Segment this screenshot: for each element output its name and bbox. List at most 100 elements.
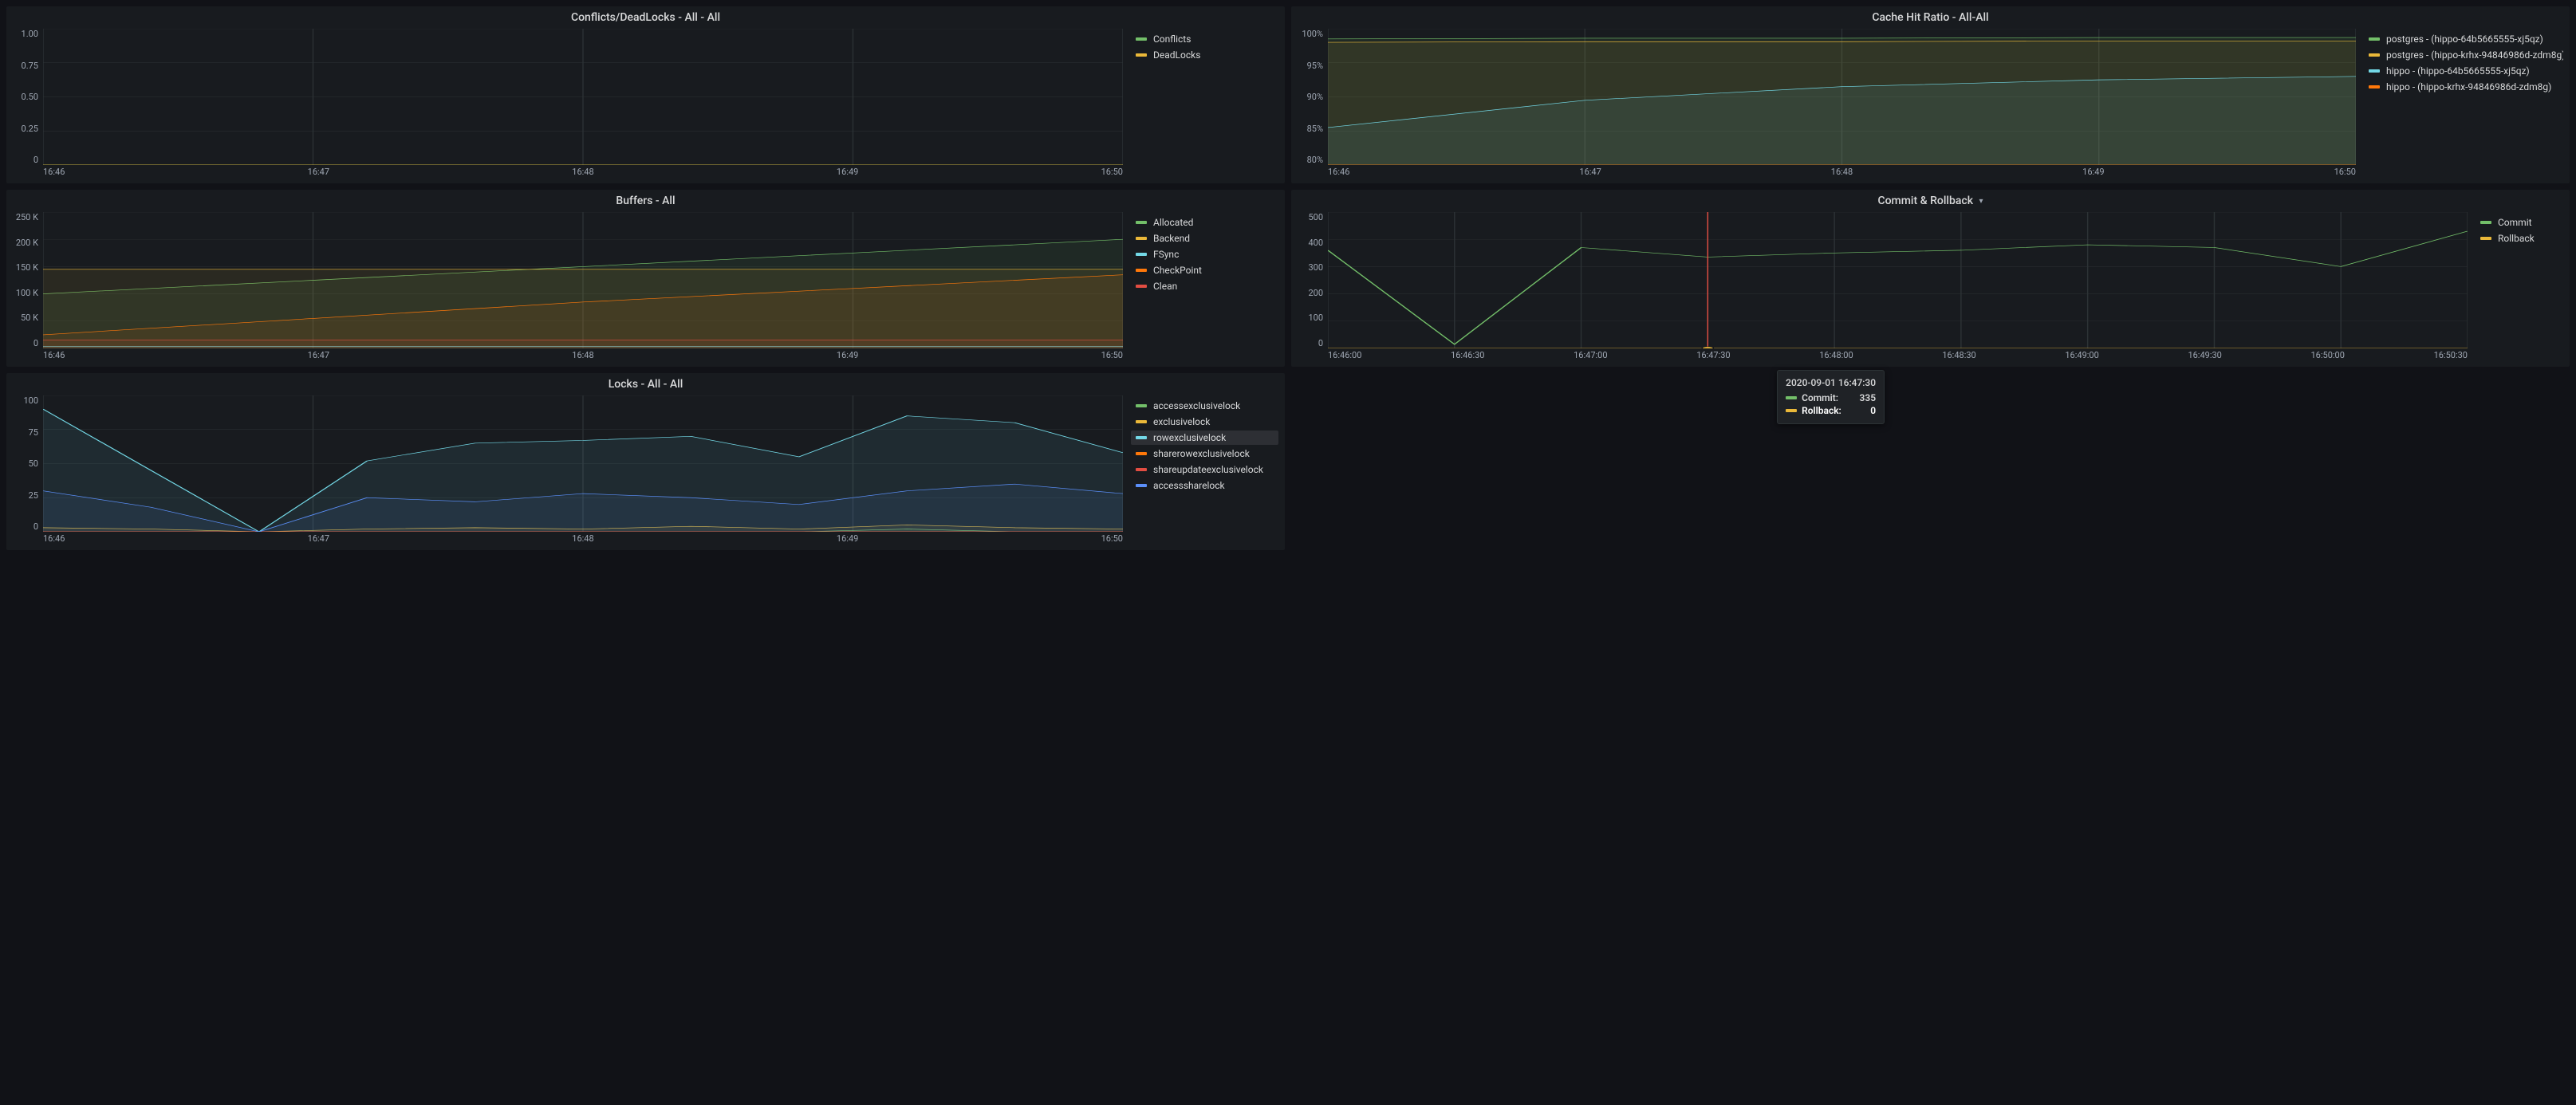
legend-label: shareupdateexclusivelock bbox=[1153, 464, 1263, 475]
legend-label: postgres - (hippo-64b5665555-xj5qz) bbox=[2386, 33, 2543, 45]
legend-swatch bbox=[2369, 53, 2380, 57]
tooltip-series-name: Rollback: bbox=[1802, 405, 1865, 416]
tooltip-row: Commit: 335 bbox=[1786, 391, 1876, 404]
legend: Commit Rollback bbox=[2468, 212, 2563, 360]
legend-swatch bbox=[1136, 269, 1147, 272]
panel-title: Cache Hit Ratio - All-All bbox=[1291, 6, 2570, 26]
plot-area[interactable]: 1.000.750.500.250 16:4616:4716:4816:4916… bbox=[13, 29, 1123, 177]
legend-label: exclusivelock bbox=[1153, 416, 1210, 427]
hover-tooltip: 2020-09-01 16:47:30 Commit: 335 Rollback: 0 bbox=[1777, 370, 1885, 424]
legend: Conflicts DeadLocks bbox=[1123, 29, 1278, 177]
panel-title: Commit & Rollback ▾ bbox=[1291, 190, 2570, 209]
plot-area[interactable]: 1007550250 16:4616:4716:4816:4916:50 bbox=[13, 395, 1123, 544]
chevron-down-icon[interactable]: ▾ bbox=[1979, 197, 1983, 206]
plot-area[interactable]: 250 K200 K150 K100 K50 K0 16:4616:4716:4… bbox=[13, 212, 1123, 360]
legend-swatch bbox=[2369, 85, 2380, 88]
tooltip-series-value: 0 bbox=[1870, 405, 1876, 416]
legend-swatch bbox=[1136, 237, 1147, 240]
legend-item[interactable]: Rollback bbox=[2476, 231, 2563, 246]
legend-item[interactable]: Clean bbox=[1131, 279, 1278, 293]
y-axis: 250 K200 K150 K100 K50 K0 bbox=[13, 212, 41, 348]
legend-item[interactable]: rowexclusivelock bbox=[1131, 431, 1278, 445]
tooltip-series-value: 335 bbox=[1860, 392, 1877, 403]
legend-item[interactable]: DeadLocks bbox=[1131, 48, 1278, 62]
legend: accessexclusivelock exclusivelock rowexclu… bbox=[1123, 395, 1278, 544]
legend-label: accessexclusivelock bbox=[1153, 400, 1240, 411]
x-axis: 16:46:0016:46:3016:47:0016:47:3016:48:00… bbox=[1298, 348, 2468, 360]
legend-label: rowexclusivelock bbox=[1153, 432, 1226, 443]
legend-swatch bbox=[2480, 237, 2491, 240]
legend-swatch bbox=[1136, 452, 1147, 455]
x-axis: 16:4616:4716:4816:4916:50 bbox=[13, 165, 1123, 177]
dashboard-grid: Conflicts/DeadLocks - All - All 1.000.75… bbox=[6, 6, 2570, 550]
legend-swatch bbox=[1136, 436, 1147, 439]
tooltip-series-name: Commit: bbox=[1802, 392, 1854, 403]
legend-swatch bbox=[1136, 285, 1147, 288]
legend-item[interactable]: postgres - (hippo-64b5665555-xj5qz) bbox=[2364, 32, 2563, 46]
y-axis: 100%95%90%85%80% bbox=[1298, 29, 1326, 165]
legend-label: Backend bbox=[1153, 233, 1190, 244]
tooltip-row: Rollback: 0 bbox=[1786, 404, 1876, 417]
panel-locks[interactable]: Locks - All - All 1007550250 16:4616:471… bbox=[6, 373, 1285, 550]
legend-item[interactable]: Backend bbox=[1131, 231, 1278, 246]
plot-area[interactable]: 5004003002001000 16:46:0016:46:3016:47:0… bbox=[1298, 212, 2468, 360]
x-axis: 16:4616:4716:4816:4916:50 bbox=[1298, 165, 2356, 177]
title-text: Commit & Rollback bbox=[1877, 195, 1973, 207]
legend-label: hippo - (hippo-krhx-94846986d-zdm8g) bbox=[2386, 81, 2551, 92]
legend-label: sharerowexclusivelock bbox=[1153, 448, 1250, 459]
legend-swatch bbox=[1136, 468, 1147, 471]
legend-swatch bbox=[2480, 221, 2491, 224]
legend: Allocated Backend FSync CheckPoint Clean bbox=[1123, 212, 1278, 360]
legend-item[interactable]: hippo - (hippo-krhx-94846986d-zdm8g) bbox=[2364, 80, 2563, 94]
legend-item[interactable]: accessexclusivelock bbox=[1131, 399, 1278, 413]
legend-label: DeadLocks bbox=[1153, 49, 1200, 61]
legend-item[interactable]: postgres - (hippo-krhx-94846986d-zdm8g) bbox=[2364, 48, 2563, 62]
legend-label: postgres - (hippo-krhx-94846986d-zdm8g) bbox=[2386, 49, 2563, 61]
legend-swatch bbox=[1136, 53, 1147, 57]
panel-buffers[interactable]: Buffers - All 250 K200 K150 K100 K50 K0 … bbox=[6, 190, 1285, 367]
legend-label: FSync bbox=[1153, 249, 1179, 260]
panel-cache[interactable]: Cache Hit Ratio - All-All 100%95%90%85%8… bbox=[1291, 6, 2570, 183]
legend-swatch bbox=[1136, 420, 1147, 423]
x-axis: 16:4616:4716:4816:4916:50 bbox=[13, 348, 1123, 360]
legend-label: CheckPoint bbox=[1153, 265, 1202, 276]
y-axis: 1007550250 bbox=[13, 395, 41, 532]
legend-swatch bbox=[1136, 37, 1147, 41]
legend-label: Commit bbox=[2498, 217, 2532, 228]
legend-item[interactable]: Conflicts bbox=[1131, 32, 1278, 46]
legend-swatch bbox=[1136, 484, 1147, 487]
legend-item[interactable]: hippo - (hippo-64b5665555-xj5qz) bbox=[2364, 64, 2563, 78]
legend-swatch bbox=[1136, 253, 1147, 256]
legend-item[interactable]: exclusivelock bbox=[1131, 415, 1278, 429]
plot-area[interactable]: 100%95%90%85%80% 16:4616:4716:4816:4916:… bbox=[1298, 29, 2356, 177]
tooltip-swatch bbox=[1786, 396, 1797, 399]
legend-swatch bbox=[1136, 221, 1147, 224]
legend-item[interactable]: Commit bbox=[2476, 215, 2563, 230]
legend-item[interactable]: CheckPoint bbox=[1131, 263, 1278, 277]
legend-swatch bbox=[1136, 404, 1147, 407]
legend-label: accesssharelock bbox=[1153, 480, 1225, 491]
panel-title: Locks - All - All bbox=[6, 373, 1285, 392]
tooltip-time: 2020-09-01 16:47:30 bbox=[1786, 377, 1876, 388]
legend-swatch bbox=[2369, 69, 2380, 73]
legend-label: Rollback bbox=[2498, 233, 2535, 244]
legend-label: hippo - (hippo-64b5665555-xj5qz) bbox=[2386, 65, 2530, 77]
x-axis: 16:4616:4716:4816:4916:50 bbox=[13, 532, 1123, 544]
legend-item[interactable]: sharerowexclusivelock bbox=[1131, 446, 1278, 461]
panel-title: Buffers - All bbox=[6, 190, 1285, 209]
legend-label: Clean bbox=[1153, 281, 1177, 292]
legend: postgres - (hippo-64b5665555-xj5qz) postg… bbox=[2356, 29, 2563, 177]
legend-label: Conflicts bbox=[1153, 33, 1191, 45]
legend-label: Allocated bbox=[1153, 217, 1193, 228]
y-axis: 5004003002001000 bbox=[1298, 212, 1326, 348]
panel-commit[interactable]: Commit & Rollback ▾ 5004003002001000 16:… bbox=[1291, 190, 2570, 367]
legend-item[interactable]: Allocated bbox=[1131, 215, 1278, 230]
legend-item[interactable]: accesssharelock bbox=[1131, 478, 1278, 493]
legend-item[interactable]: FSync bbox=[1131, 247, 1278, 262]
legend-item[interactable]: shareupdateexclusivelock bbox=[1131, 462, 1278, 477]
tooltip-swatch bbox=[1786, 409, 1797, 412]
panel-conflicts[interactable]: Conflicts/DeadLocks - All - All 1.000.75… bbox=[6, 6, 1285, 183]
legend-swatch bbox=[2369, 37, 2380, 41]
y-axis: 1.000.750.500.250 bbox=[13, 29, 41, 165]
panel-title: Conflicts/DeadLocks - All - All bbox=[6, 6, 1285, 26]
